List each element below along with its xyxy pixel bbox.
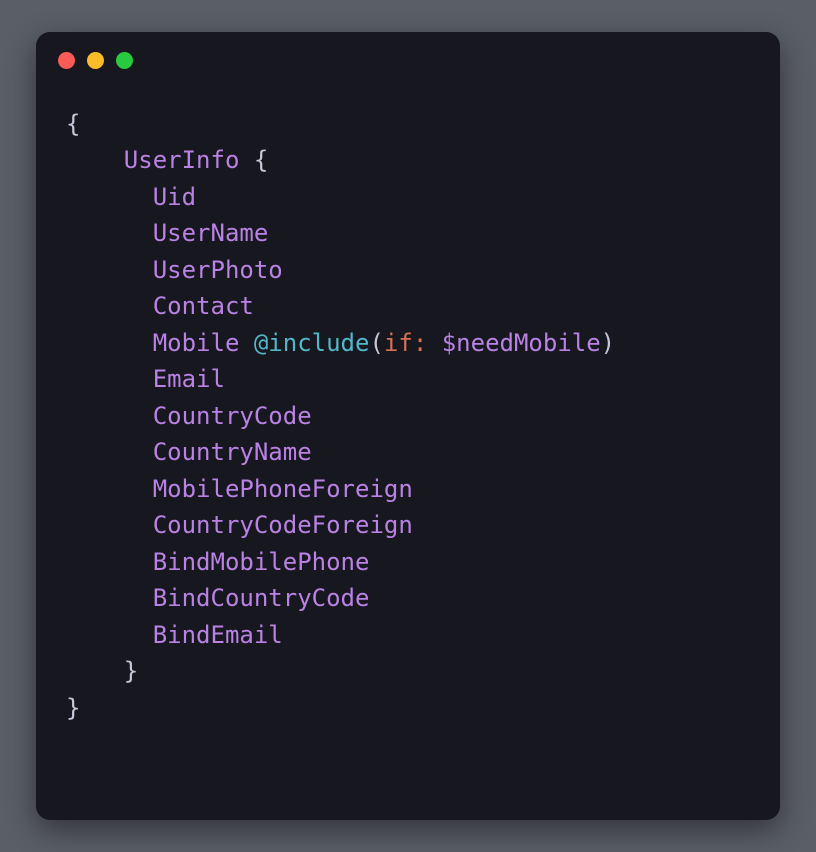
field-username: UserName <box>153 219 269 247</box>
paren-close: ) <box>601 329 615 357</box>
space <box>239 146 253 174</box>
field-bindcountrycode: BindCountryCode <box>153 584 370 612</box>
minimize-icon[interactable] <box>87 52 104 69</box>
code-window: { UserInfo { Uid UserName UserPhoto Cont… <box>36 32 780 820</box>
colon: : <box>413 329 427 357</box>
brace-close: } <box>66 694 80 722</box>
field-bindmobilephone: BindMobilePhone <box>153 548 370 576</box>
field-mobile: Mobile <box>153 329 240 357</box>
brace-open: { <box>254 146 268 174</box>
field-bindemail: BindEmail <box>153 621 283 649</box>
paren-open: ( <box>369 329 383 357</box>
space <box>427 329 441 357</box>
field-uid: Uid <box>153 183 196 211</box>
directive-arg: if <box>384 329 413 357</box>
zoom-icon[interactable] <box>116 52 133 69</box>
field-email: Email <box>153 365 225 393</box>
close-icon[interactable] <box>58 52 75 69</box>
directive-var: $needMobile <box>442 329 601 357</box>
field-countrycodeforeign: CountryCodeForeign <box>153 511 413 539</box>
brace-close: } <box>124 657 138 685</box>
field-userphoto: UserPhoto <box>153 256 283 284</box>
space <box>239 329 253 357</box>
field-countryname: CountryName <box>153 438 312 466</box>
code-block: { UserInfo { Uid UserName UserPhoto Cont… <box>36 88 780 756</box>
directive-include: @include <box>254 329 370 357</box>
brace-open: { <box>66 110 80 138</box>
field-countrycode: CountryCode <box>153 402 312 430</box>
field-mobilephoneforeign: MobilePhoneForeign <box>153 475 413 503</box>
root-type: UserInfo <box>124 146 240 174</box>
field-contact: Contact <box>153 292 254 320</box>
window-titlebar <box>36 32 780 88</box>
